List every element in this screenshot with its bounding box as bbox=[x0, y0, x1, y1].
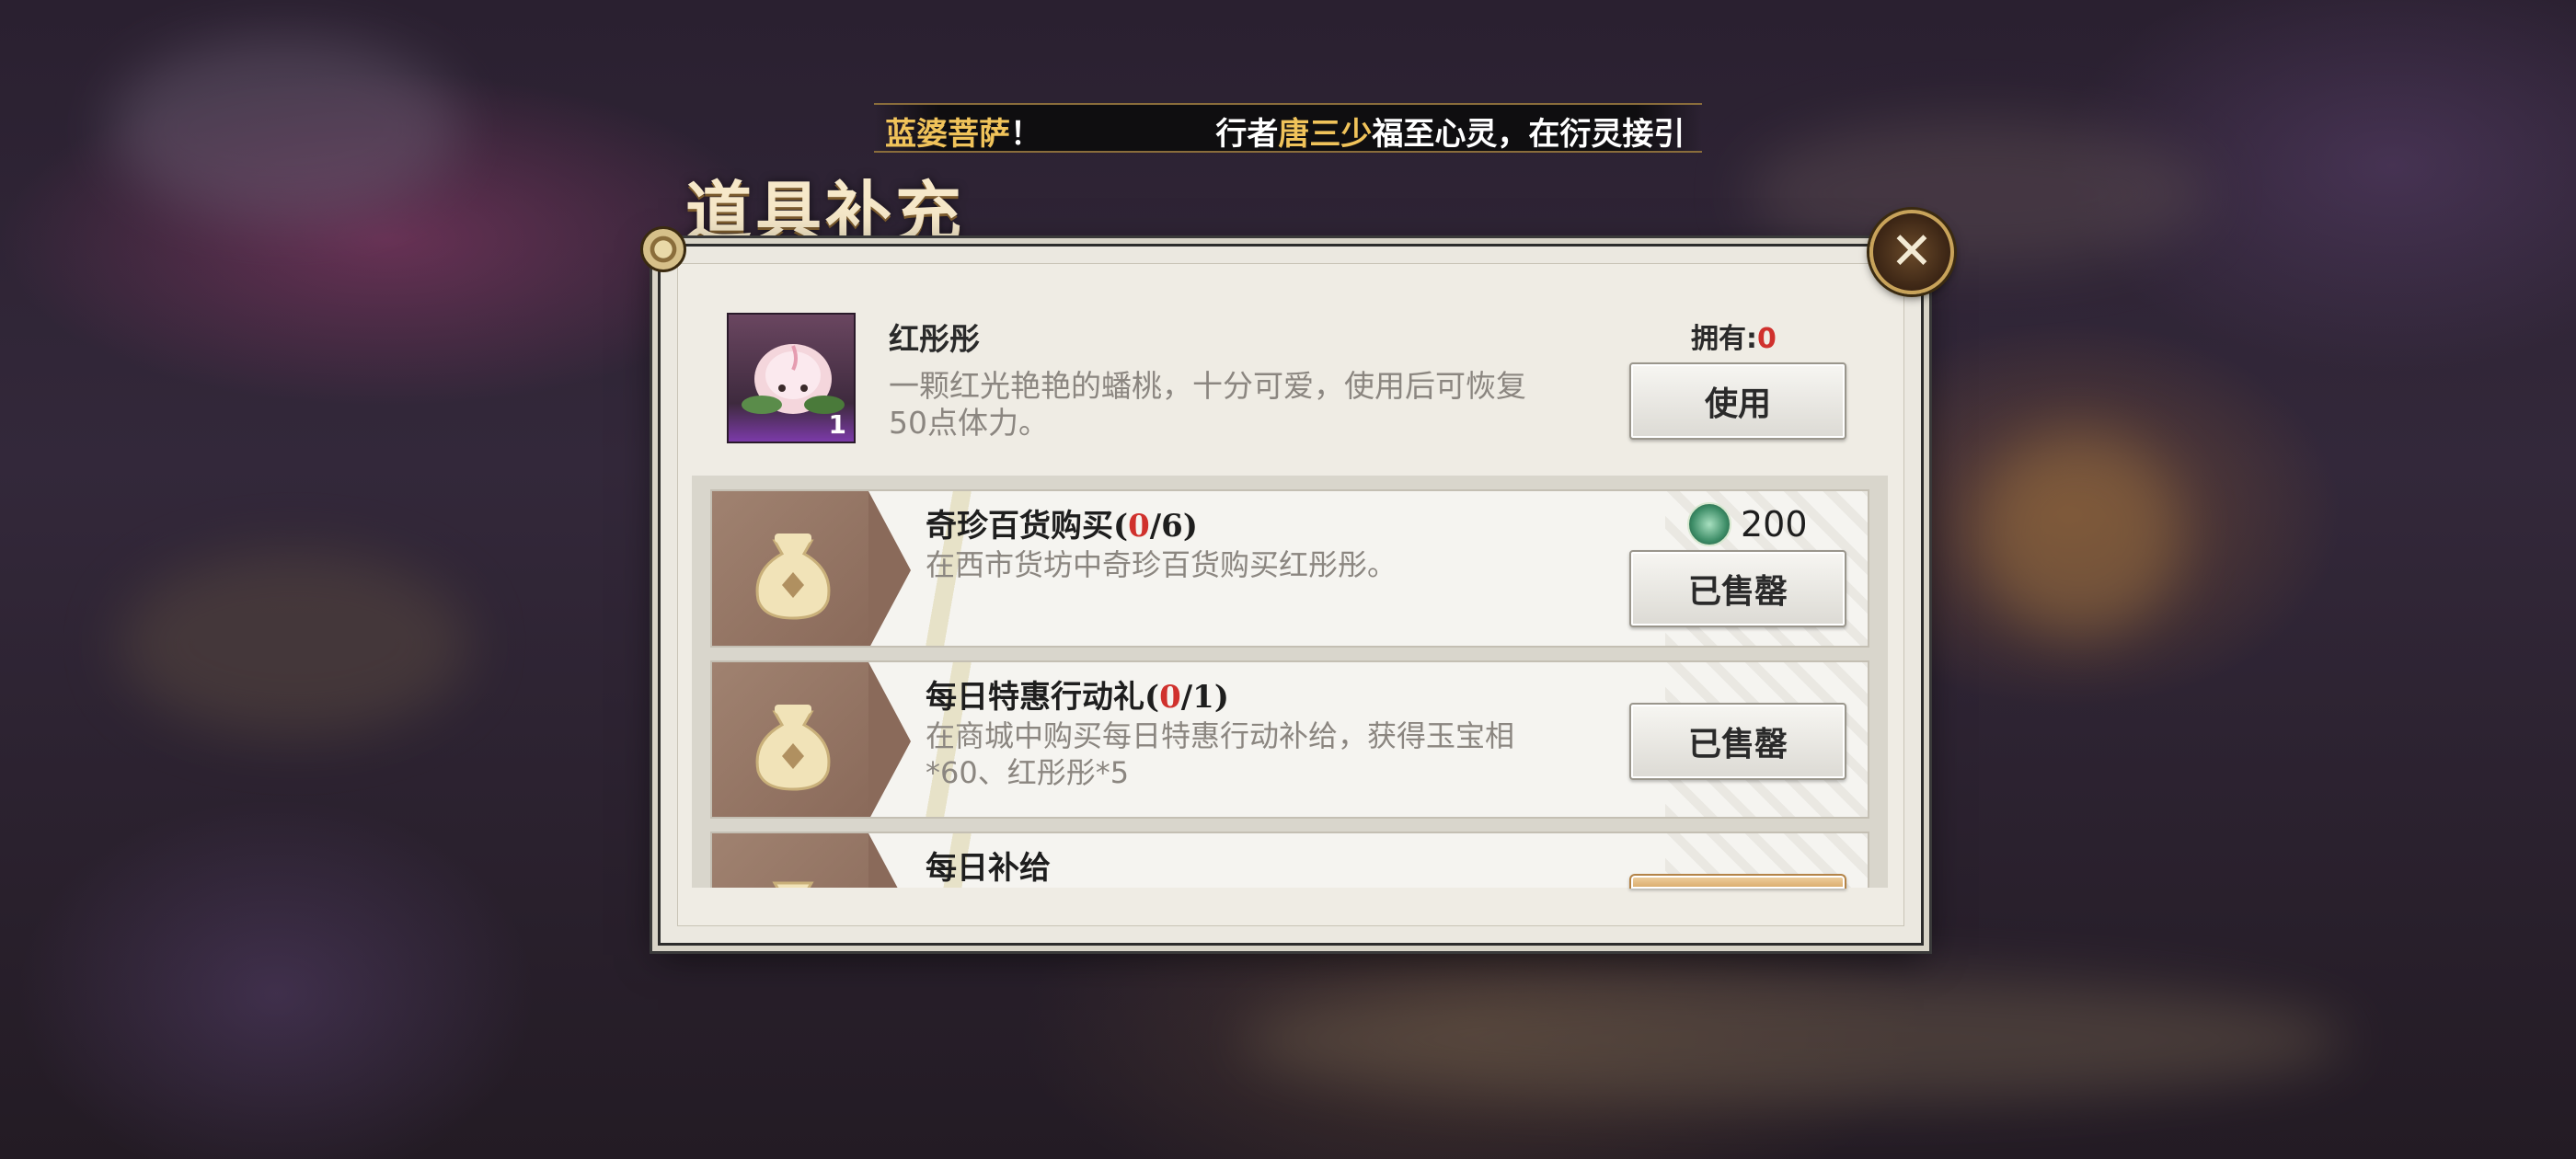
corner-ornament-icon bbox=[640, 226, 686, 272]
row-progress-total: /6) bbox=[1149, 508, 1198, 545]
row-progress-current: 0 bbox=[1128, 508, 1150, 545]
marquee-highlight: 蓝婆菩萨 bbox=[885, 116, 1010, 153]
broadcast-marquee: 蓝婆菩萨！ 行者唐三少福至心灵，在衍灵接引 bbox=[874, 103, 1702, 153]
row-title: 每日补给 bbox=[926, 843, 1051, 888]
row-progress-total: /1) bbox=[1180, 679, 1229, 716]
row-arrow bbox=[868, 491, 911, 646]
owned-label: 拥有: bbox=[1691, 323, 1757, 355]
price: 200 bbox=[1687, 502, 1808, 546]
background-blob bbox=[1978, 432, 2180, 635]
item-name: 红彤彤 bbox=[889, 321, 980, 357]
owned-count: 拥有:0 bbox=[1691, 316, 1777, 356]
page-title: 道具补充 bbox=[685, 173, 966, 251]
background-blob bbox=[120, 552, 469, 736]
price-value: 200 bbox=[1741, 504, 1808, 545]
sold-out-button[interactable]: 已售罄 bbox=[1629, 703, 1846, 780]
row-title: 奇珍百货购买(0/6) bbox=[926, 500, 1198, 545]
item-description: 一颗红光艳艳的蟠桃，十分可爱，使用后可恢复50点体力。 bbox=[889, 368, 1526, 441]
marquee-text-segment: 行者 bbox=[1215, 116, 1279, 153]
source-list[interactable]: 奇珍百货购买(0/6) 在西市货坊中奇珍百货购买红彤彤。 200 每日特惠行动礼… bbox=[692, 476, 1888, 888]
background-blob bbox=[110, 37, 460, 221]
row-description: 在商城中购买每日特惠行动补给，获得玉宝相*60、红彤彤*5 bbox=[926, 718, 1515, 790]
background-blob bbox=[1242, 975, 2346, 1104]
row-arrow bbox=[868, 662, 911, 817]
row-title-text: 奇珍百货购买( bbox=[926, 508, 1129, 545]
close-button[interactable]: ✕ bbox=[1869, 210, 1954, 294]
marquee-text-segment: 福至心灵，在衍灵接引 bbox=[1372, 116, 1685, 153]
go-button[interactable] bbox=[1629, 874, 1846, 889]
row-title: 每日特惠行动礼(0/1) bbox=[926, 671, 1229, 717]
close-icon: ✕ bbox=[1890, 222, 1934, 281]
row-arrow bbox=[868, 833, 911, 888]
row-title-text: 每日补给 bbox=[926, 850, 1051, 887]
marquee-text: 蓝婆菩萨！ 行者唐三少福至心灵，在衍灵接引 bbox=[885, 109, 1685, 153]
bag-icon bbox=[755, 705, 831, 791]
owned-value: 0 bbox=[1757, 323, 1777, 355]
marquee-player-name: 唐三少 bbox=[1278, 116, 1373, 153]
bag-icon bbox=[755, 534, 831, 620]
jade-gem-icon bbox=[1687, 502, 1731, 546]
sold-out-button[interactable]: 已售罄 bbox=[1629, 550, 1846, 627]
peach-item-icon[interactable]: 1 bbox=[727, 313, 856, 443]
row-progress-current: 0 bbox=[1159, 679, 1181, 716]
use-button[interactable]: 使用 bbox=[1629, 362, 1846, 440]
marquee-text-segment: ！ bbox=[1010, 116, 1041, 153]
item-quantity: 1 bbox=[828, 409, 846, 440]
row-description: 在西市货坊中奇珍百货购买红彤彤。 bbox=[926, 547, 1397, 582]
bag-icon bbox=[772, 881, 814, 888]
row-title-text: 每日特惠行动礼( bbox=[926, 679, 1160, 716]
